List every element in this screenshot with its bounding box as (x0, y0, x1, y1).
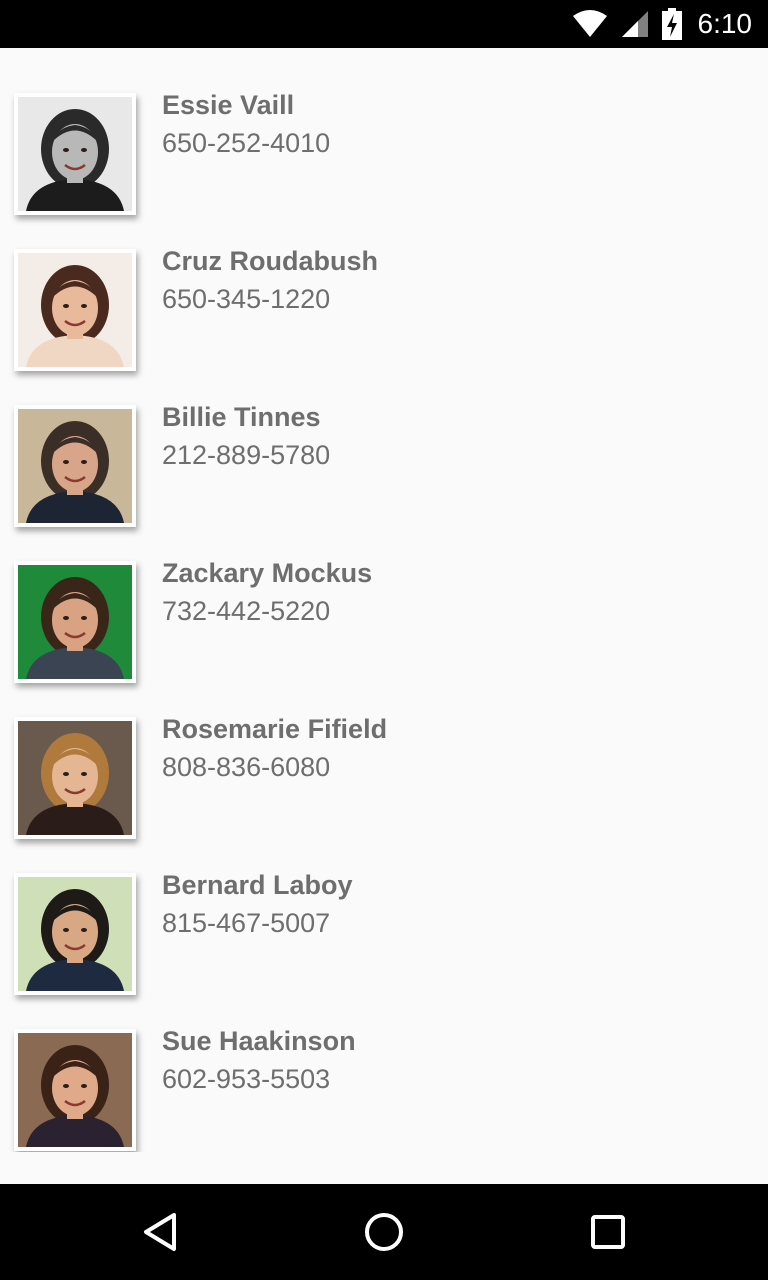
contact-row[interactable]: Sue Haakinson 602-953-5503 (0, 984, 768, 1151)
contact-photo[interactable] (14, 561, 136, 683)
contact-phone: 650-345-1220 (162, 284, 331, 314)
contact-row[interactable]: Bernard Laboy 815-467-5007 (0, 828, 768, 995)
man-portrait-outdoor (18, 877, 132, 991)
contact-phone: 815-467-5007 (162, 908, 331, 938)
back-icon (144, 1213, 176, 1251)
contact-photo[interactable] (14, 873, 136, 995)
contact-name: Zackary Mockus (162, 558, 373, 588)
contact-name: Billie Tinnes (162, 402, 321, 432)
contact-name: Essie Vaill (162, 90, 295, 120)
home-button[interactable] (360, 1208, 408, 1256)
contact-phone: 602-953-5503 (162, 1064, 331, 1094)
woman-portrait-brunette (18, 1033, 132, 1147)
contact-photo[interactable] (14, 717, 136, 839)
navigation-bar (0, 1184, 768, 1280)
status-bar: 6:10 (0, 0, 768, 48)
status-icons: 6:10 (572, 0, 753, 48)
contact-phone: 212-889-5780 (162, 440, 331, 470)
status-time: 6:10 (697, 8, 753, 39)
contact-photo[interactable] (14, 405, 136, 527)
contact-photo[interactable] (14, 1029, 136, 1151)
contact-phone: 650-252-4010 (162, 128, 331, 158)
battery-charging-icon (661, 8, 682, 40)
contact-row[interactable]: Billie Tinnes 212-889-5780 (0, 360, 768, 527)
man-portrait-suit-glasses (18, 409, 132, 523)
woman-portrait-blonde (18, 721, 132, 835)
woman-portrait-grayscale (18, 97, 132, 211)
wifi-icon (572, 10, 607, 37)
contact-row[interactable]: Essie Vaill 650-252-4010 (0, 48, 768, 215)
contact-name: Rosemarie Fifield (162, 714, 388, 744)
contact-row[interactable]: Zackary Mockus 732-442-5220 (0, 516, 768, 683)
contact-list[interactable]: Essie Vaill 650-252-4010 Cruz Roudabush 650… (0, 48, 768, 1152)
recents-button[interactable] (584, 1208, 632, 1256)
contact-name: Bernard Laboy (162, 870, 353, 900)
contact-row[interactable]: Rosemarie Fifield 808-836-6080 (0, 672, 768, 839)
back-button[interactable] (136, 1208, 184, 1256)
contact-photo[interactable] (14, 249, 136, 371)
contact-name: Sue Haakinson (162, 1026, 356, 1056)
cell-signal-icon (621, 11, 648, 37)
contact-row[interactable]: Cruz Roudabush 650-345-1220 (0, 204, 768, 371)
contact-photo[interactable] (14, 93, 136, 215)
man-portrait-green-background (18, 565, 132, 679)
contact-phone: 808-836-6080 (162, 752, 331, 782)
recents-icon (591, 1215, 625, 1249)
contact-name: Cruz Roudabush (162, 246, 378, 276)
woman-portrait-smiling (18, 253, 132, 367)
home-icon (365, 1213, 403, 1251)
contact-phone: 732-442-5220 (162, 596, 331, 626)
